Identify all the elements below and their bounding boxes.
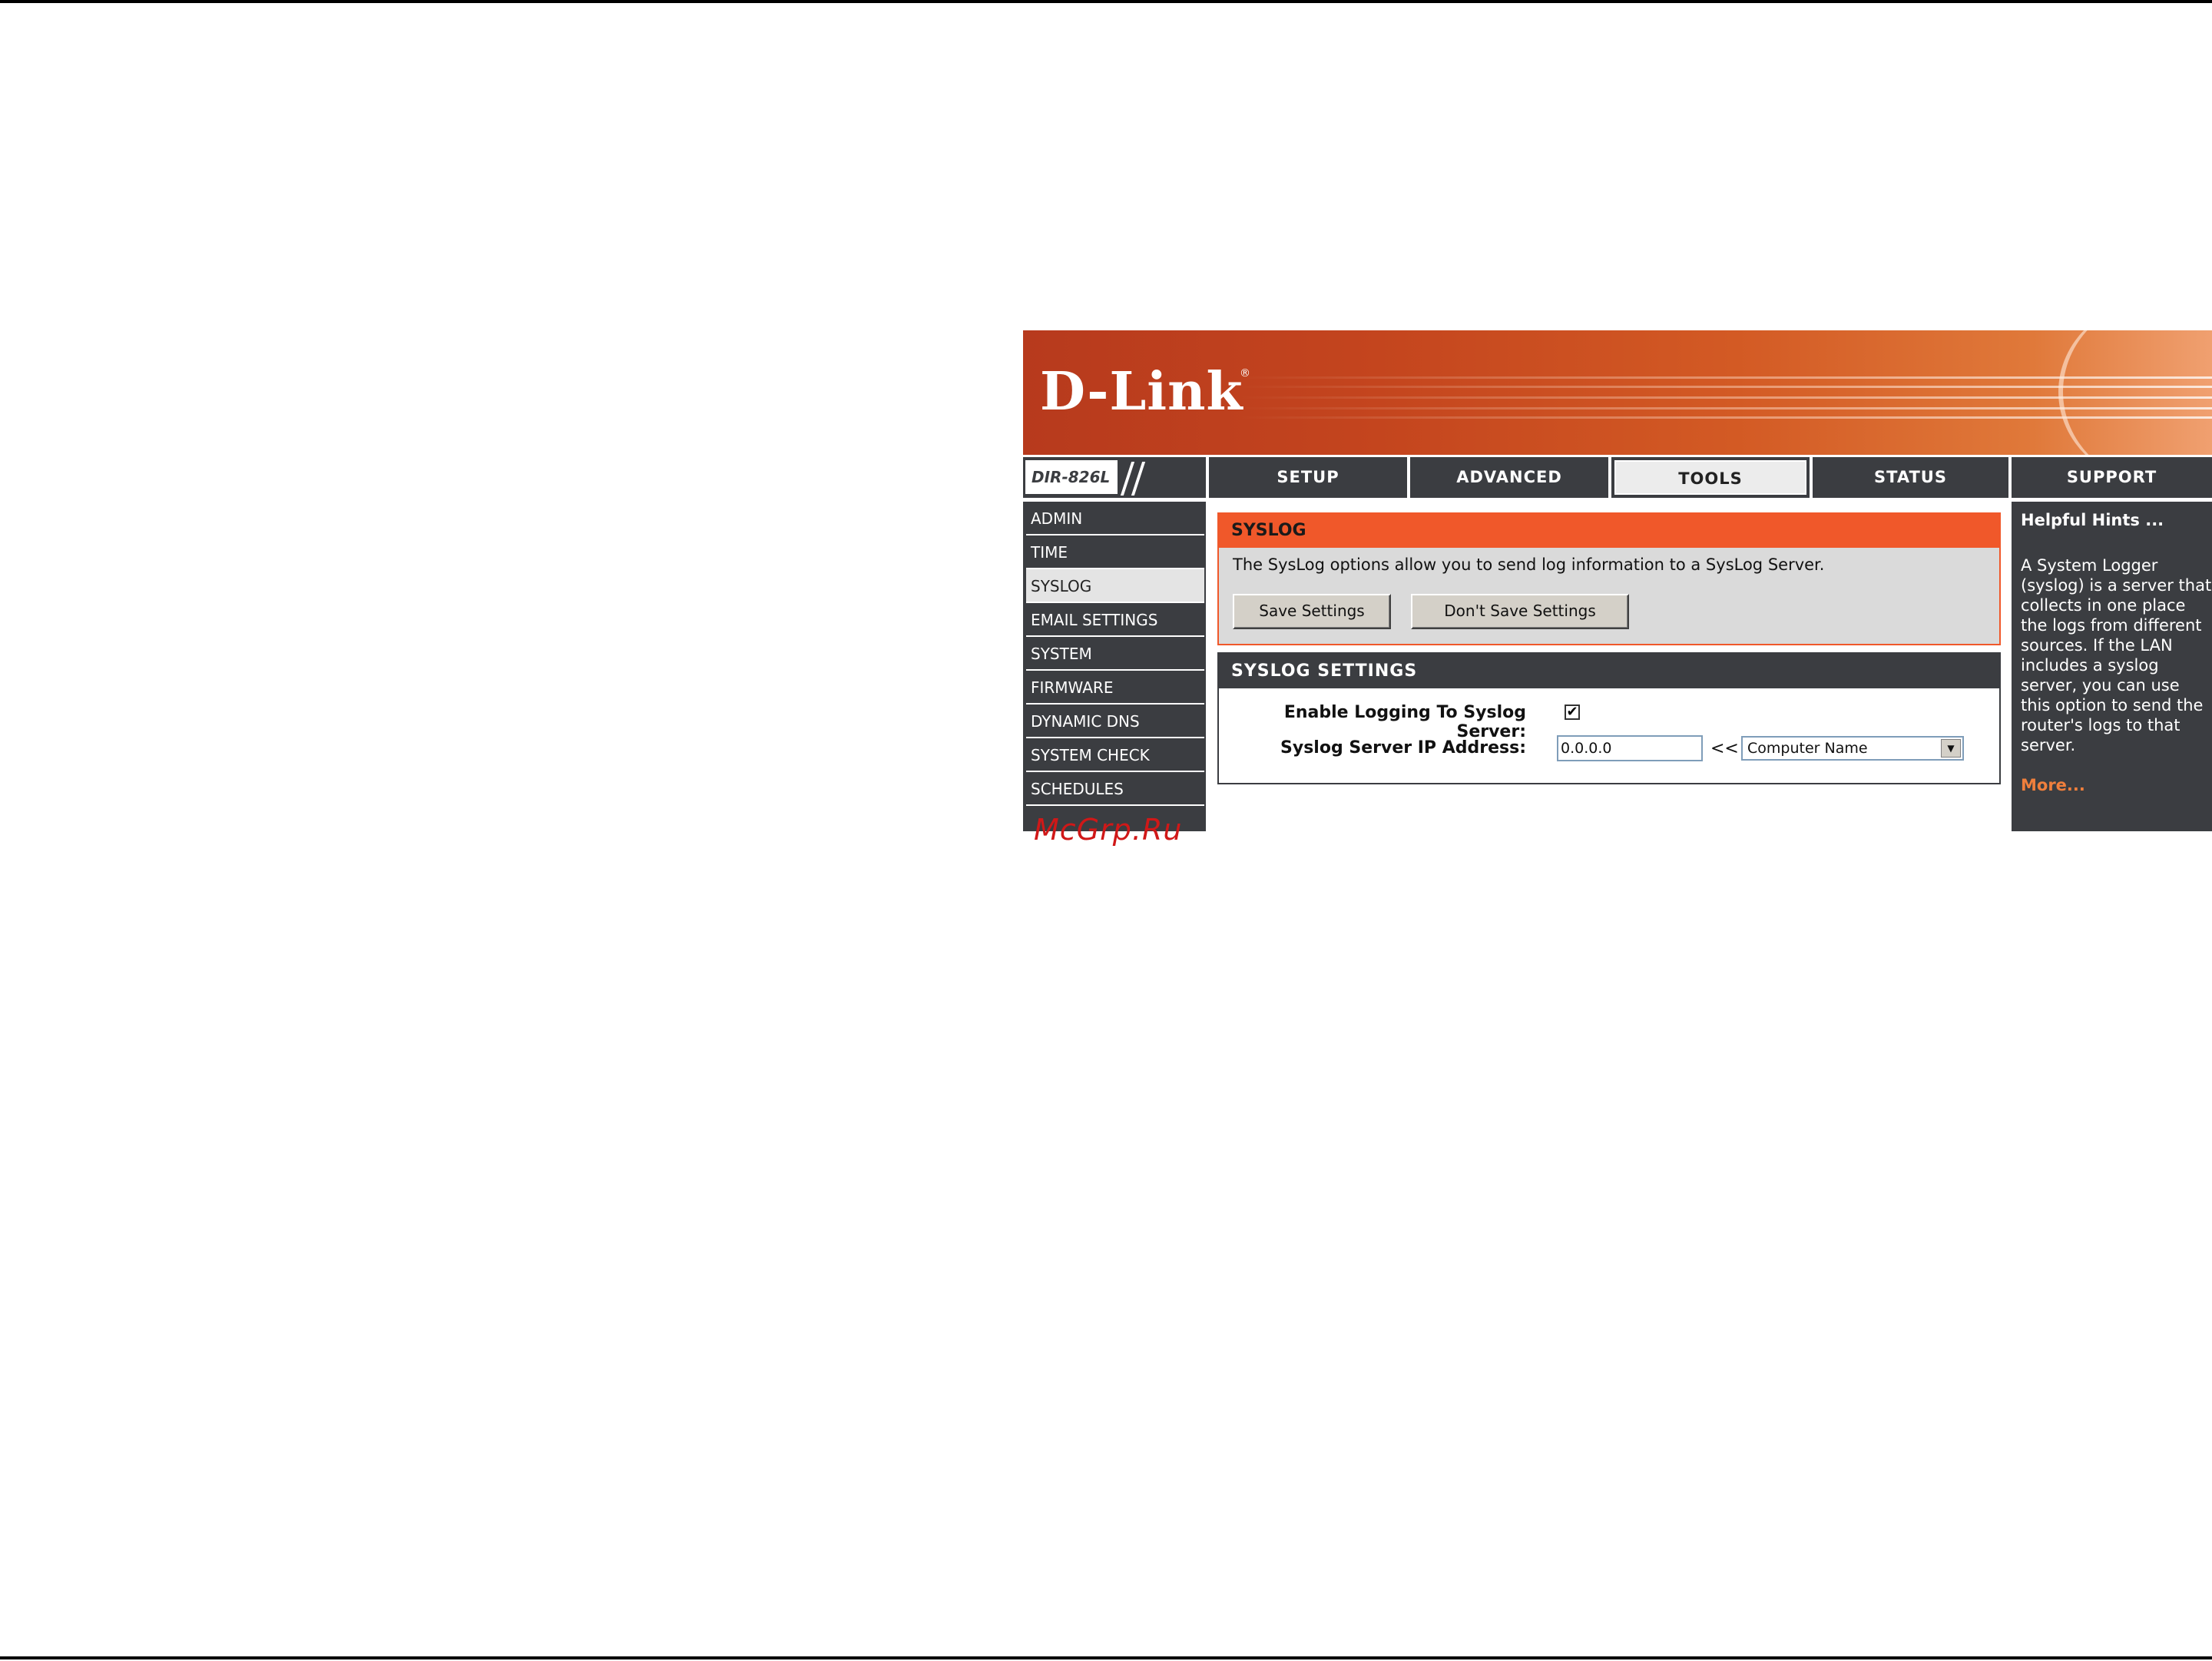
syslog-ip-input[interactable]: 0.0.0.0 (1557, 735, 1703, 761)
watermark-text: McGrp.Ru (1034, 813, 1183, 847)
banner-swoosh (2058, 330, 2212, 455)
sidebar-item-dynamic-dns[interactable]: DYNAMIC DNS (1026, 705, 1204, 738)
model-label: DIR-826L (1025, 460, 1118, 494)
hints-body: A System Logger (syslog) is a server tha… (2021, 556, 2212, 754)
computer-name-select[interactable]: Computer Name ▼ (1741, 736, 1964, 761)
sidebar: ADMIN TIME SYSLOG EMAIL SETTINGS SYSTEM … (1023, 502, 1206, 831)
helpful-hints: Helpful Hints ... A System Logger (syslo… (2012, 502, 2212, 831)
tab-setup[interactable]: SETUP (1209, 457, 1407, 498)
tab-label: SETUP (1277, 468, 1339, 486)
model-box: DIR-826L (1023, 457, 1206, 498)
enable-logging-checkbox[interactable]: ✔ (1565, 705, 1580, 720)
tab-support[interactable]: SUPPORT (2012, 457, 2212, 498)
syslog-title: SYSLOG (1219, 514, 1999, 548)
sidebar-item-firmware[interactable]: FIRMWARE (1026, 671, 1204, 705)
sidebar-item-email-settings[interactable]: EMAIL SETTINGS (1026, 603, 1204, 637)
computer-name-value: Computer Name (1747, 740, 1868, 757)
hints-title: Helpful Hints ... (2021, 511, 2164, 529)
syslog-settings-title: SYSLOG SETTINGS (1219, 654, 1999, 688)
syslog-panel: SYSLOG The SysLog options allow you to s… (1217, 512, 2001, 645)
router-ui: D-Link ® DIR-826L SETUP ADVANCED TOOLS S… (1023, 330, 2212, 831)
check-icon: ✔ (1566, 704, 1578, 720)
tab-label: STATUS (1874, 468, 1947, 486)
dropdown-arrow-icon[interactable]: ▼ (1941, 739, 1961, 758)
tab-label: ADVANCED (1456, 468, 1562, 486)
tab-tools[interactable]: TOOLS (1611, 457, 1810, 498)
registered-mark: ® (1240, 367, 1250, 380)
syslog-description: The SysLog options allow you to send log… (1233, 555, 1825, 574)
tab-status[interactable]: STATUS (1813, 457, 2008, 498)
dont-save-settings-button[interactable]: Don't Save Settings (1411, 594, 1629, 629)
syslog-ip-label: Syslog Server IP Address: (1280, 738, 1526, 758)
enable-logging-label: Enable Logging To Syslog Server: (1283, 703, 1526, 741)
top-rule (0, 0, 2212, 3)
sidebar-item-syslog[interactable]: SYSLOG (1026, 569, 1204, 603)
dlink-banner: D-Link ® (1023, 330, 2212, 455)
sidebar-item-schedules[interactable]: SCHEDULES (1026, 772, 1204, 806)
sidebar-item-system-check[interactable]: SYSTEM CHECK (1026, 738, 1204, 772)
dlink-logo: D-Link (1040, 361, 1243, 423)
save-settings-button[interactable]: Save Settings (1233, 594, 1391, 629)
tab-label: TOOLS (1614, 460, 1806, 495)
tab-advanced[interactable]: ADVANCED (1410, 457, 1608, 498)
more-link[interactable]: More... (2021, 776, 2085, 794)
syslog-settings-panel: SYSLOG SETTINGS Enable Logging To Syslog… (1217, 652, 2001, 784)
tab-label: SUPPORT (2066, 468, 2157, 486)
copy-chevron: << (1710, 739, 1739, 758)
sidebar-item-time[interactable]: TIME (1026, 535, 1204, 569)
slash-decor (1131, 462, 1146, 496)
bottom-rule (0, 1656, 2212, 1659)
sidebar-item-admin[interactable]: ADMIN (1026, 502, 1204, 535)
sidebar-item-system[interactable]: SYSTEM (1026, 637, 1204, 671)
